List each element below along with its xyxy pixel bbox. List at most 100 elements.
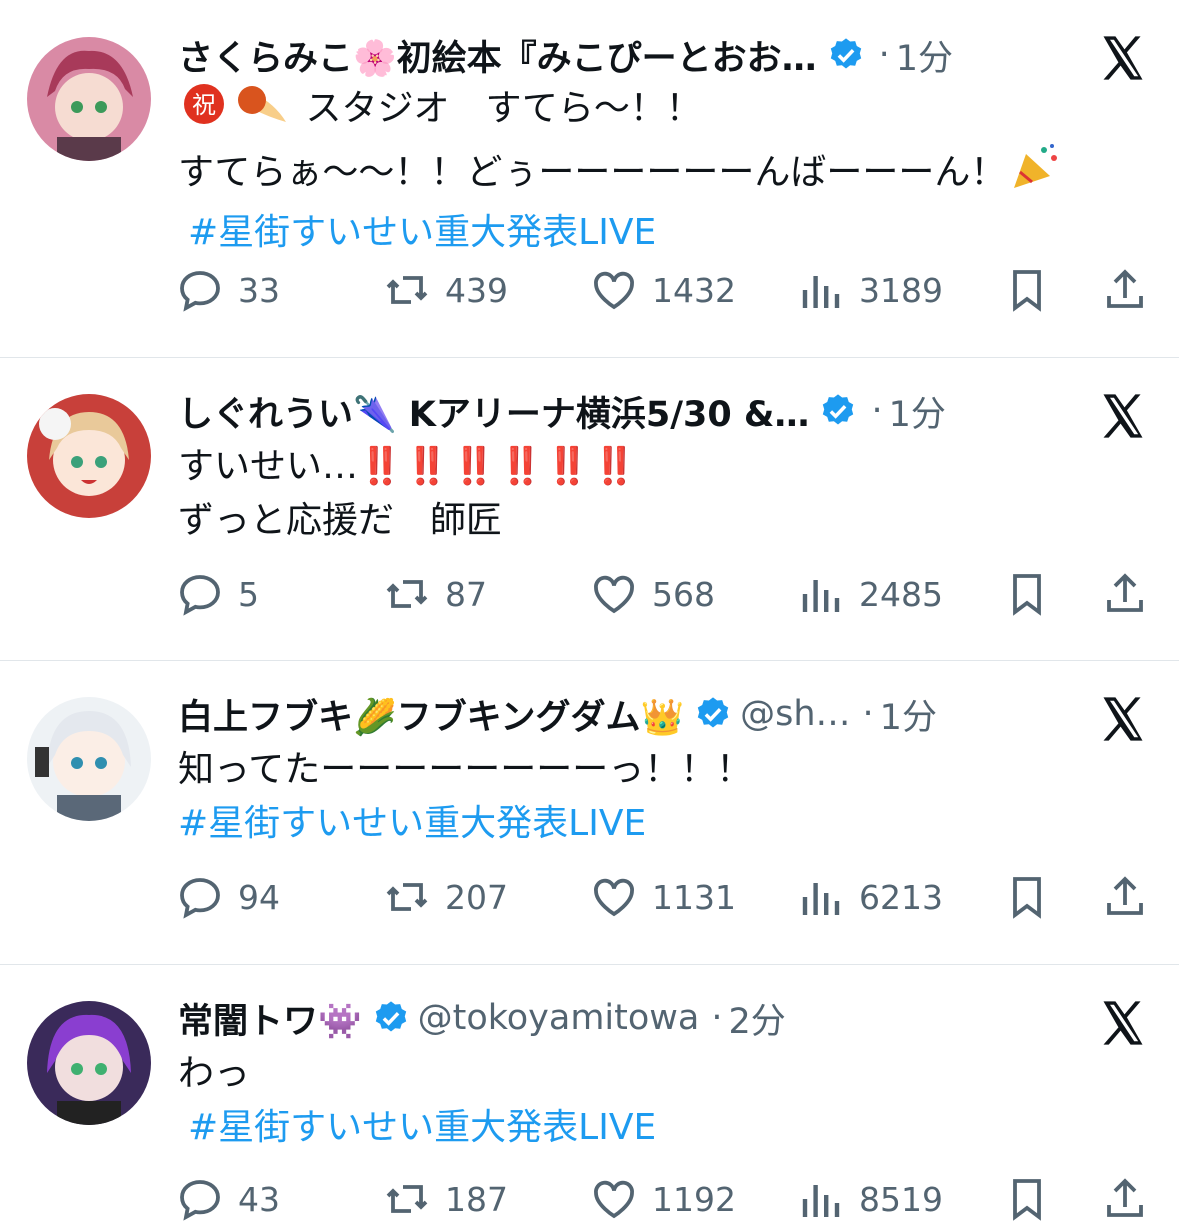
repost-count: 207 [445, 877, 508, 917]
avatar[interactable] [27, 394, 151, 518]
tweet-text-line: ずっと応援だ 師匠 [178, 500, 503, 541]
action-bar: 5 87 568 2485 [0, 570, 1179, 620]
repost-icon [386, 276, 428, 304]
celebration-badge-icon: 祝 [182, 82, 226, 142]
reply-button[interactable]: 33 [176, 266, 280, 314]
timestamp[interactable]: 2分 [729, 993, 786, 1043]
views-icon [802, 883, 840, 915]
views-button[interactable]: 2485 [797, 570, 943, 618]
tweet-body: すいせい…‼️‼️‼️‼️‼️‼️ ずっと応援だ 師匠 [178, 440, 1149, 548]
bookmark-icon[interactable] [1003, 873, 1051, 921]
x-logo-icon [1097, 997, 1149, 1049]
share-icon[interactable] [1101, 266, 1149, 314]
tweet-body: 祝 スタジオ すてら〜！！ すてらぁ〜〜！！どぅーーーーーーんばーーーん！ #星… [178, 82, 1149, 260]
user-handle[interactable]: @sh… [740, 694, 850, 734]
heart-icon [594, 575, 634, 614]
separator-dot: · [878, 35, 890, 75]
verified-badge-icon [372, 999, 410, 1037]
share-icon[interactable] [1101, 1175, 1149, 1223]
verified-badge-icon [694, 695, 732, 733]
repost-button[interactable]: 439 [383, 266, 508, 314]
display-name[interactable]: さくらみこ🌸初絵本『みこぴーとおお… [178, 30, 817, 80]
double-exclamation-icons: ‼️‼️‼️‼️‼️‼️ [358, 446, 639, 487]
views-count: 2485 [859, 574, 943, 614]
views-icon [802, 580, 840, 612]
repost-icon [386, 1185, 428, 1213]
tweet-text-line: わっ [178, 1053, 251, 1094]
avatar[interactable] [27, 37, 151, 161]
separator-dot: · [862, 694, 874, 734]
tweet-text-line: すてらぁ〜〜！！どぅーーーーーーんばーーーん！ [178, 152, 1007, 193]
heart-icon [594, 271, 634, 310]
verified-badge-icon [819, 392, 857, 430]
tweet-text-line: 知ってたーーーーーーーーっ！！！ [178, 749, 753, 790]
share-icon[interactable] [1101, 570, 1149, 618]
comet-icon [234, 82, 290, 142]
tweet-card[interactable]: さくらみこ🌸初絵本『みこぴーとおお… · 1分 祝 スタジオ すてら〜！！ すて… [0, 0, 1179, 358]
separator-dot: · [711, 998, 723, 1038]
repost-count: 439 [445, 270, 508, 310]
hashtag-link[interactable]: #星街すいせい重大発表LIVE [178, 797, 1149, 851]
separator-dot: · [871, 391, 883, 431]
display-name[interactable]: しぐれうい🌂 Kアリーナ横浜5/30 &… [178, 386, 809, 436]
x-logo-icon [1097, 390, 1149, 442]
bookmark-icon[interactable] [1003, 266, 1051, 314]
user-handle[interactable]: @tokoyamitowa [418, 998, 700, 1038]
action-bar: 43 187 1192 8519 [0, 1175, 1179, 1225]
heart-icon [594, 878, 634, 917]
timestamp[interactable]: 1分 [889, 386, 946, 436]
tweet-text-line: すいせい… [178, 446, 359, 487]
repost-icon [386, 580, 428, 608]
views-count: 6213 [859, 877, 943, 917]
reply-button[interactable]: 5 [176, 570, 259, 618]
timestamp[interactable]: 1分 [880, 689, 937, 739]
reply-count: 5 [238, 574, 259, 614]
party-popper-icon [1010, 142, 1062, 206]
bookmark-icon[interactable] [1003, 1175, 1051, 1223]
views-button[interactable]: 6213 [797, 873, 943, 921]
like-button[interactable]: 1131 [590, 873, 736, 921]
reply-button[interactable]: 43 [176, 1175, 280, 1223]
share-icon[interactable] [1101, 873, 1149, 921]
svg-text:祝: 祝 [192, 91, 216, 119]
verified-badge-icon [827, 36, 865, 74]
views-icon [802, 1185, 840, 1217]
avatar[interactable] [27, 697, 151, 821]
heart-icon [594, 1180, 634, 1219]
display-name[interactable]: 常闇トワ👾 [178, 993, 362, 1043]
reply-count: 33 [238, 270, 280, 310]
reply-icon [180, 878, 220, 919]
action-bar: 94 207 1131 6213 [0, 873, 1179, 923]
tweet-card[interactable]: しぐれうい🌂 Kアリーナ横浜5/30 &… · 1分 すいせい…‼️‼️‼️‼️… [0, 358, 1179, 661]
bookmark-icon[interactable] [1003, 570, 1051, 618]
views-icon [802, 276, 840, 308]
action-bar: 33 439 1432 3189 [0, 266, 1179, 316]
hashtag-link[interactable]: #星街すいせい重大発表LIVE [178, 1101, 1149, 1155]
tweet-header: さくらみこ🌸初絵本『みこぴーとおお… · 1分 [178, 30, 1069, 80]
repost-button[interactable]: 207 [383, 873, 508, 921]
repost-button[interactable]: 87 [383, 570, 487, 618]
views-button[interactable]: 3189 [797, 266, 943, 314]
like-count: 1131 [652, 877, 736, 917]
views-button[interactable]: 8519 [797, 1175, 943, 1223]
like-count: 1192 [652, 1179, 736, 1219]
timestamp[interactable]: 1分 [896, 30, 953, 80]
tweet-card[interactable]: 白上フブキ🌽フブキングダム👑 @sh… · 1分 知ってたーーーーーーーーっ！！… [0, 661, 1179, 965]
views-count: 3189 [859, 270, 943, 310]
hashtag-link[interactable]: #星街すいせい重大発表LIVE [178, 206, 1149, 260]
reply-button[interactable]: 94 [176, 873, 280, 921]
x-logo-icon [1097, 693, 1149, 745]
tweet-card[interactable]: 常闇トワ👾 @tokoyamitowa · 2分 わっ #星街すいせい重大発表L… [0, 965, 1179, 1221]
repost-button[interactable]: 187 [383, 1175, 508, 1223]
avatar[interactable] [27, 1001, 151, 1125]
tweet-header: 常闇トワ👾 @tokoyamitowa · 2分 [178, 993, 1069, 1043]
timeline-feed: さくらみこ🌸初絵本『みこぴーとおお… · 1分 祝 スタジオ すてら〜！！ すて… [0, 0, 1179, 1221]
repost-count: 87 [445, 574, 487, 614]
display-name[interactable]: 白上フブキ🌽フブキングダム👑 [178, 689, 684, 739]
like-button[interactable]: 1192 [590, 1175, 736, 1223]
like-count: 1432 [652, 270, 736, 310]
reply-count: 94 [238, 877, 280, 917]
like-button[interactable]: 1432 [590, 266, 736, 314]
like-button[interactable]: 568 [590, 570, 715, 618]
reply-icon [180, 575, 220, 616]
